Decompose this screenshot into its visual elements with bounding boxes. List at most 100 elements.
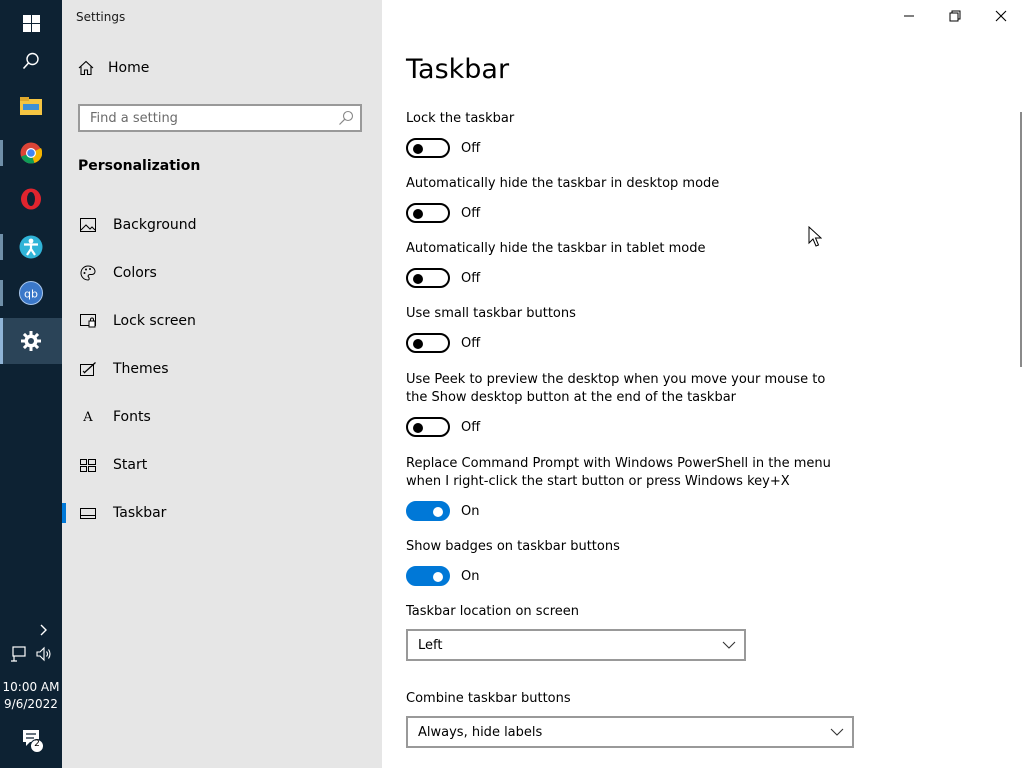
chevron-down-icon [830, 728, 844, 736]
clock-time: 10:00 AM [2, 680, 60, 694]
toggle-state: Off [461, 335, 481, 351]
setting-label: Lock the taskbar [406, 111, 515, 126]
sidebar-item-lock-screen[interactable]: Lock screen [62, 301, 382, 341]
toggle-knob [433, 507, 443, 517]
combine-label: Combine taskbar buttons [406, 691, 571, 706]
search-icon[interactable] [338, 110, 354, 126]
mouse-pointer-icon [808, 226, 822, 247]
file-explorer-button[interactable] [0, 83, 62, 129]
sidebar-item-label: Themes [113, 361, 169, 377]
badges-toggle[interactable] [406, 566, 450, 586]
autohide-tablet-row: Off [406, 268, 480, 288]
toggle-knob [433, 572, 443, 582]
close-button[interactable] [978, 0, 1024, 32]
qbittorrent-icon: qb [19, 281, 43, 305]
setting-label: Automatically hide the taskbar in deskto… [406, 176, 720, 191]
clock-date: 9/6/2022 [4, 697, 58, 711]
qbittorrent-button[interactable]: qb [0, 270, 62, 316]
toggle-state: On [461, 503, 480, 519]
scrollbar[interactable] [1020, 112, 1022, 367]
active-indicator [0, 318, 3, 364]
badges-row: On [406, 566, 479, 586]
lock-screen-icon [78, 314, 98, 328]
setting-label: Use small taskbar buttons [406, 306, 576, 321]
windows-logo-icon [22, 14, 40, 32]
sidebar-item-colors[interactable]: Colors [62, 253, 382, 293]
combine-buttons-dropdown[interactable]: Always, hide labels [406, 716, 854, 748]
home-link[interactable]: Home [78, 60, 149, 76]
search-box[interactable] [78, 104, 362, 132]
dropdown-value: Left [418, 637, 443, 653]
location-label: Taskbar location on screen [406, 604, 580, 619]
volume-icon[interactable] [36, 646, 52, 662]
toggle-knob [413, 339, 423, 349]
taskbar-location-dropdown[interactable]: Left [406, 629, 746, 661]
sidebar-item-themes[interactable]: Themes [62, 349, 382, 389]
toggle-knob [413, 209, 423, 219]
settings-sidebar: Settings Home Personalization Background… [62, 0, 382, 768]
sidebar-item-fonts[interactable]: A Fonts [62, 397, 382, 437]
search-icon [22, 52, 39, 70]
lock-taskbar-toggle[interactable] [406, 138, 450, 158]
toggle-knob [413, 274, 423, 284]
sidebar-item-start[interactable]: Start [62, 445, 382, 485]
toggle-state: Off [461, 270, 481, 286]
settings-taskbar-button[interactable] [0, 318, 62, 364]
toggle-knob [413, 423, 423, 433]
toggle-knob [413, 144, 423, 154]
window-title: Settings [76, 10, 126, 24]
gear-icon [21, 331, 41, 351]
setting-label: Replace Command Prompt with Windows Powe… [406, 456, 831, 489]
chevron-down-icon [722, 641, 736, 649]
taskbar-icon [78, 507, 98, 519]
toggle-state: Off [461, 140, 481, 156]
svg-text:qb: qb [24, 288, 38, 301]
peek-toggle[interactable] [406, 417, 450, 437]
peek-row: Off [406, 417, 480, 437]
setting-label: Show badges on taskbar buttons [406, 539, 620, 554]
toggle-state: Off [461, 419, 481, 435]
accessibility-app-button[interactable] [0, 224, 62, 270]
action-center-button[interactable]: 2 [0, 728, 62, 754]
home-icon [78, 60, 94, 76]
sidebar-item-label: Lock screen [113, 313, 196, 329]
restore-icon [949, 10, 961, 22]
chrome-button[interactable] [0, 130, 62, 176]
toggle-state: Off [461, 205, 481, 221]
palette-icon [78, 265, 98, 281]
dropdown-value: Always, hide labels [418, 724, 543, 740]
sidebar-item-label: Start [113, 457, 148, 473]
autohide-desktop-toggle[interactable] [406, 203, 450, 223]
sidebar-item-taskbar[interactable]: Taskbar [62, 493, 382, 533]
autohide-tablet-toggle[interactable] [406, 268, 450, 288]
toggle-state: On [461, 568, 480, 584]
minimize-icon [904, 15, 914, 17]
minimize-button[interactable] [886, 0, 932, 32]
selected-indicator [62, 503, 66, 523]
opera-icon [21, 188, 41, 210]
sidebar-item-background[interactable]: Background [62, 205, 382, 245]
opera-button[interactable] [0, 176, 62, 222]
sidebar-item-label: Background [113, 217, 197, 233]
restore-button[interactable] [932, 0, 978, 32]
setting-label: Automatically hide the taskbar in tablet… [406, 241, 706, 256]
search-input[interactable] [80, 106, 340, 130]
running-indicator [0, 234, 3, 260]
themes-icon [78, 362, 98, 376]
windows-taskbar: qb 10:00 AM 9/6/2022 2 [0, 0, 62, 768]
search-button[interactable] [0, 38, 62, 84]
powershell-row: On [406, 501, 479, 521]
powershell-toggle[interactable] [406, 501, 450, 521]
picture-icon [78, 218, 98, 232]
autohide-desktop-row: Off [406, 203, 480, 223]
settings-content: Taskbar Lock the taskbar Off Automatical… [382, 0, 1024, 768]
clock[interactable]: 10:00 AM 9/6/2022 [0, 679, 62, 713]
accessibility-icon [19, 235, 43, 259]
start-icon [78, 458, 98, 472]
small-buttons-toggle[interactable] [406, 333, 450, 353]
running-indicator [0, 140, 3, 166]
fonts-icon: A [78, 410, 98, 425]
sidebar-item-label: Fonts [113, 409, 151, 425]
network-icon[interactable] [10, 646, 26, 662]
show-hidden-icons-button[interactable] [0, 620, 62, 640]
